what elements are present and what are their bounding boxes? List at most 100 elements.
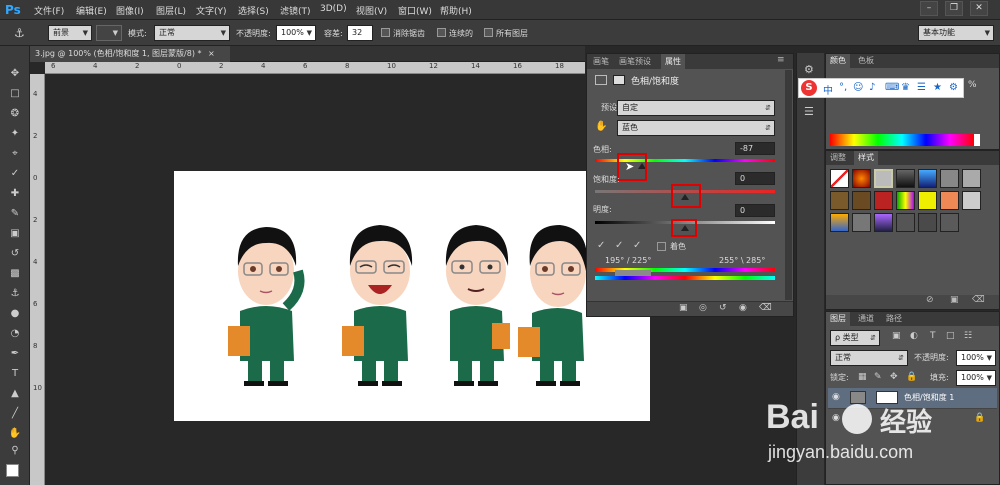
eyedropper-tool-icon[interactable]: ✓ <box>5 166 25 182</box>
properties-panel-icon[interactable]: ☰ <box>804 105 814 118</box>
style-swatch[interactable] <box>940 191 959 210</box>
path-selection-tool-icon[interactable]: ▲ <box>5 386 25 402</box>
paint-bucket-icon[interactable]: ⚓ <box>14 26 25 40</box>
style-swatch[interactable] <box>896 213 915 232</box>
filter-shape-icon[interactable]: □ <box>946 331 955 341</box>
eyedropper-icon[interactable]: ✓ <box>597 240 605 251</box>
antialias-checkbox[interactable] <box>381 28 390 37</box>
document-image[interactable] <box>174 171 650 421</box>
opacity-input[interactable]: 100% ▼ <box>276 25 316 41</box>
line-tool-icon[interactable]: ╱ <box>5 406 25 422</box>
new-style-icon[interactable]: ▣ <box>950 295 959 305</box>
clone-stamp-tool-icon[interactable]: ▣ <box>5 226 25 242</box>
lock-transparency-icon[interactable]: ▦ <box>858 372 867 382</box>
healing-brush-tool-icon[interactable]: ✚ <box>5 186 25 202</box>
workspace-select[interactable]: 基本功能 ▼ <box>918 25 994 41</box>
mode-select[interactable]: 正常 ▼ <box>154 25 230 41</box>
magic-wand-tool-icon[interactable]: ✦ <box>5 126 25 142</box>
style-swatch[interactable] <box>940 169 959 188</box>
ime-emoji-icon[interactable]: ☺ <box>853 82 863 93</box>
menu-type[interactable]: 文字(Y) <box>196 4 227 17</box>
menu-image[interactable]: 图像(I) <box>116 4 144 17</box>
restore-button[interactable]: ❐ <box>945 1 963 16</box>
lock-position-icon[interactable]: ✥ <box>890 372 898 382</box>
history-panel-icon[interactable]: ⚙ <box>804 63 814 76</box>
delete-style-icon[interactable]: ⌫ <box>972 295 985 305</box>
panel-menu-icon[interactable]: ≡ <box>777 55 785 65</box>
close-button[interactable]: ✕ <box>970 1 988 16</box>
style-swatch[interactable] <box>896 191 915 210</box>
visibility-icon[interactable]: ◉ <box>739 303 747 313</box>
ime-chinese-mode[interactable]: 中 <box>823 82 833 97</box>
tab-color[interactable]: 颜色 <box>826 54 850 68</box>
lasso-tool-icon[interactable]: ❂ <box>5 106 25 122</box>
lightness-input[interactable]: 0 <box>735 204 775 217</box>
ime-star-icon[interactable]: ★ <box>933 82 942 93</box>
style-swatch[interactable] <box>852 191 871 210</box>
ime-voice-icon[interactable]: ♪ <box>869 82 875 93</box>
layer-mask-icon[interactable] <box>613 75 625 85</box>
marquee-tool-icon[interactable]: □ <box>5 86 25 102</box>
blend-mode-select[interactable]: 正常 ⇵ <box>830 350 908 366</box>
channel-select[interactable]: 蓝色 ⇵ <box>617 120 775 136</box>
type-tool-icon[interactable]: T <box>5 366 25 382</box>
history-brush-tool-icon[interactable]: ↺ <box>5 246 25 262</box>
close-tab-icon[interactable]: × <box>208 49 215 58</box>
style-swatch[interactable] <box>896 169 915 188</box>
fill-source-select[interactable]: 前景 ▼ <box>48 25 92 41</box>
contiguous-checkbox[interactable] <box>437 28 446 37</box>
paint-bucket-tool-icon[interactable]: ⚓ <box>5 286 25 302</box>
ime-toolbox-icon[interactable]: ☰ <box>917 82 926 93</box>
tab-styles[interactable]: 样式 <box>854 151 878 165</box>
saturation-input[interactable]: 0 <box>735 172 775 185</box>
lock-pixels-icon[interactable]: ✎ <box>874 372 882 382</box>
color-ramp[interactable] <box>830 134 974 146</box>
ime-skin-icon[interactable]: ♛ <box>901 82 910 93</box>
style-swatch[interactable] <box>874 169 893 188</box>
tab-brush-presets[interactable]: 画笔预设 <box>615 54 655 69</box>
brush-tool-icon[interactable]: ✎ <box>5 206 25 222</box>
ime-punctuation-icon[interactable]: °, <box>839 82 847 93</box>
dodge-tool-icon[interactable]: ◔ <box>5 326 25 342</box>
crop-tool-icon[interactable]: ⌖ <box>5 146 25 162</box>
tolerance-input[interactable]: 32 <box>347 25 373 41</box>
eyedropper-subtract-icon[interactable]: ✓ <box>633 240 641 251</box>
preset-select[interactable]: 自定 ⇵ <box>617 100 775 116</box>
style-swatch[interactable] <box>918 191 937 210</box>
eraser-tool-icon[interactable]: ▩ <box>5 266 25 282</box>
style-swatch[interactable] <box>852 169 871 188</box>
style-swatch[interactable] <box>962 169 981 188</box>
tab-properties[interactable]: 属性 <box>661 54 685 69</box>
view-previous-icon[interactable]: ◎ <box>699 303 707 313</box>
ime-keyboard-icon[interactable]: ⌨ <box>885 82 899 93</box>
foreground-color-swatch[interactable] <box>6 464 19 477</box>
filter-adjustment-icon[interactable]: ◐ <box>910 331 918 341</box>
hue-input[interactable]: -87 <box>735 142 775 155</box>
ime-settings-icon[interactable]: ⚙ <box>949 82 958 93</box>
lock-all-icon[interactable]: 🔒 <box>906 372 917 382</box>
white-swatch[interactable] <box>974 134 980 146</box>
document-tab[interactable]: 3.jpg @ 100% (色相/饱和度 1, 图层蒙版/8) * × <box>30 46 230 62</box>
pen-tool-icon[interactable]: ✒ <box>5 346 25 362</box>
menu-file[interactable]: 文件(F) <box>34 4 64 17</box>
colorize-checkbox[interactable] <box>657 242 666 251</box>
pattern-picker[interactable]: ▼ <box>96 25 122 41</box>
reset-icon[interactable]: ↺ <box>719 303 727 313</box>
blur-tool-icon[interactable]: ● <box>5 306 25 322</box>
style-swatch[interactable] <box>852 213 871 232</box>
style-swatch[interactable] <box>830 169 849 188</box>
filter-type-icon[interactable]: T <box>930 331 936 341</box>
minimize-button[interactable]: – <box>920 1 938 16</box>
menu-3d[interactable]: 3D(D) <box>320 4 347 14</box>
menu-help[interactable]: 帮助(H) <box>440 4 472 17</box>
tab-adjustments[interactable]: 调整 <box>826 151 850 165</box>
properties-scrollbar[interactable] <box>785 70 792 300</box>
move-tool-icon[interactable]: ✥ <box>5 66 25 82</box>
tab-brush[interactable]: 画笔 <box>589 54 613 69</box>
style-swatch[interactable] <box>962 191 981 210</box>
layer-opacity-input[interactable]: 100% ▼ <box>956 350 996 366</box>
style-swatch[interactable] <box>874 213 893 232</box>
style-swatch[interactable] <box>918 169 937 188</box>
tab-swatches[interactable]: 色板 <box>854 54 878 68</box>
menu-window[interactable]: 窗口(W) <box>398 4 432 17</box>
